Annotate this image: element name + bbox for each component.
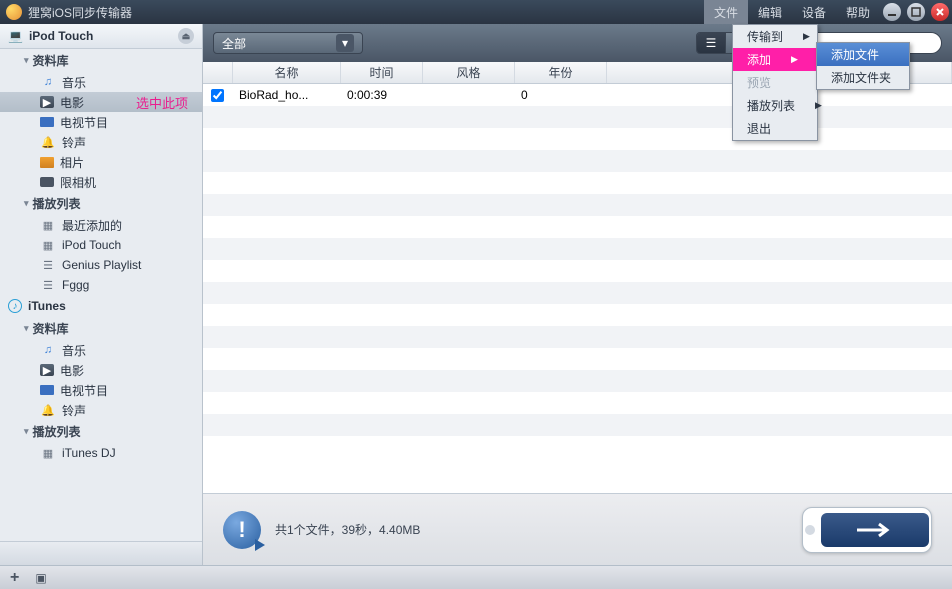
th-time[interactable]: 时间: [341, 62, 423, 83]
sidebar-item-tv[interactable]: 电视节目: [0, 112, 202, 132]
menu-device[interactable]: 设备: [792, 0, 836, 25]
playlist-icon: ▦: [40, 218, 56, 232]
menu-transfer-to[interactable]: 传输到▶: [733, 25, 817, 48]
cell-time: 0:00:39: [341, 88, 423, 102]
playlist-icon: ☰: [40, 278, 56, 292]
tv-icon: [40, 385, 54, 395]
add-submenu-dropdown: 添加文件 添加文件夹: [816, 42, 910, 90]
menu-add[interactable]: 添加▶: [733, 48, 817, 71]
sidebar-item-ring[interactable]: 🔔铃声: [0, 132, 202, 152]
status-text: 共1个文件，39秒，4.40MB: [275, 521, 420, 538]
menu-add-file[interactable]: 添加文件: [817, 43, 909, 66]
movie-icon: ▶: [40, 364, 54, 376]
title-bar: 狸窝iOS同步传输器 文件 编辑 设备 帮助: [0, 0, 952, 24]
info-icon: !: [223, 511, 261, 549]
app-logo-icon: [6, 4, 22, 20]
table-body: BioRad_ho... 0:00:39 0: [203, 84, 952, 493]
sidebar-item-ipod-pl[interactable]: ▦iPod Touch: [0, 235, 202, 255]
main-panel: 全部 ▾ ☰ ▦ ◧ 名称 时间 风格 年份 评价 BioRad_ho... 0…: [203, 24, 952, 565]
th-check[interactable]: [203, 62, 233, 83]
menu-playlist[interactable]: 播放列表▶: [733, 94, 817, 117]
menu-file[interactable]: 文件: [704, 0, 748, 25]
transfer-button[interactable]: [802, 507, 932, 553]
sidebar-item-music[interactable]: ♫音乐: [0, 72, 202, 92]
itunes-icon: ♪: [8, 299, 22, 313]
music-icon: ♫: [40, 343, 56, 357]
expand-button[interactable]: ▣: [35, 571, 46, 585]
itunes-item-music[interactable]: ♫音乐: [0, 340, 202, 360]
photo-icon: [40, 157, 54, 168]
th-year[interactable]: 年份: [515, 62, 607, 83]
file-menu-dropdown: 传输到▶ 添加▶ 预览 播放列表▶ 退出: [732, 24, 818, 141]
view-list-button[interactable]: ☰: [697, 33, 725, 53]
close-button[interactable]: [931, 3, 949, 21]
row-checkbox[interactable]: [211, 89, 224, 102]
playlist-icon: ▦: [40, 446, 56, 460]
sidebar-item-genius[interactable]: ☰Genius Playlist: [0, 255, 202, 275]
playlist-icon: ☰: [40, 258, 56, 272]
movie-icon: ▶: [40, 96, 54, 108]
library-group[interactable]: 资料库: [0, 49, 202, 72]
itunes-header[interactable]: ♪ iTunes: [0, 295, 202, 317]
status-bar: ! 共1个文件，39秒，4.40MB: [203, 493, 952, 565]
cell-year: 0: [515, 88, 607, 102]
itunes-library-group[interactable]: 资料库: [0, 317, 202, 340]
th-name[interactable]: 名称: [233, 62, 341, 83]
itunes-item-movie[interactable]: ▶电影: [0, 360, 202, 380]
camera-icon: [40, 177, 54, 187]
bell-icon: 🔔: [40, 135, 56, 149]
chevron-down-icon: ▾: [336, 34, 354, 52]
itunes-item-ring[interactable]: 🔔铃声: [0, 400, 202, 420]
menu-edit[interactable]: 编辑: [748, 0, 792, 25]
playlist-icon: ▦: [40, 238, 56, 252]
menu-preview: 预览: [733, 71, 817, 94]
annotation-label: 选中此项: [136, 93, 188, 112]
sidebar-item-camera[interactable]: 限相机: [0, 172, 202, 192]
itunes-playlists-group[interactable]: 播放列表: [0, 420, 202, 443]
chevron-right-icon: ▶: [783, 31, 810, 42]
sidebar-item-recent[interactable]: ▦最近添加的: [0, 215, 202, 235]
app-title: 狸窝iOS同步传输器: [28, 4, 704, 21]
th-style[interactable]: 风格: [423, 62, 515, 83]
bell-icon: 🔔: [40, 403, 56, 417]
sidebar-footer: [0, 541, 202, 565]
menu-exit[interactable]: 退出: [733, 117, 817, 140]
sidebar: 💻 iPod Touch ⏏ 资料库 ♫音乐 ▶电影选中此项 电视节目 🔔铃声 …: [0, 24, 203, 565]
eject-icon[interactable]: ⏏: [178, 28, 194, 44]
add-button[interactable]: +: [10, 569, 19, 587]
chevron-right-icon: ▶: [795, 100, 822, 111]
itunes-item-tv[interactable]: 电视节目: [0, 380, 202, 400]
music-icon: ♫: [40, 75, 56, 89]
menu-help[interactable]: 帮助: [836, 0, 880, 25]
sidebar-item-photo[interactable]: 相片: [0, 152, 202, 172]
playlists-group[interactable]: 播放列表: [0, 192, 202, 215]
tv-icon: [40, 117, 54, 127]
sidebar-item-movie[interactable]: ▶电影选中此项: [0, 92, 202, 112]
bottom-bar: + ▣: [0, 565, 952, 589]
sidebar-item-fggg[interactable]: ☰Fggg: [0, 275, 202, 295]
menu-add-folder[interactable]: 添加文件夹: [817, 66, 909, 89]
device-name: iPod Touch: [29, 29, 93, 43]
filter-dropdown[interactable]: 全部 ▾: [213, 32, 363, 54]
cell-name: BioRad_ho...: [233, 88, 341, 102]
device-header[interactable]: 💻 iPod Touch ⏏: [0, 24, 202, 49]
minimize-button[interactable]: [883, 3, 901, 21]
menu-bar: 文件 编辑 设备 帮助: [704, 0, 880, 25]
maximize-button[interactable]: [907, 3, 925, 21]
itunes-item-dj[interactable]: ▦iTunes DJ: [0, 443, 202, 463]
chevron-right-icon: ▶: [771, 54, 798, 65]
device-dot-icon: [805, 525, 815, 535]
